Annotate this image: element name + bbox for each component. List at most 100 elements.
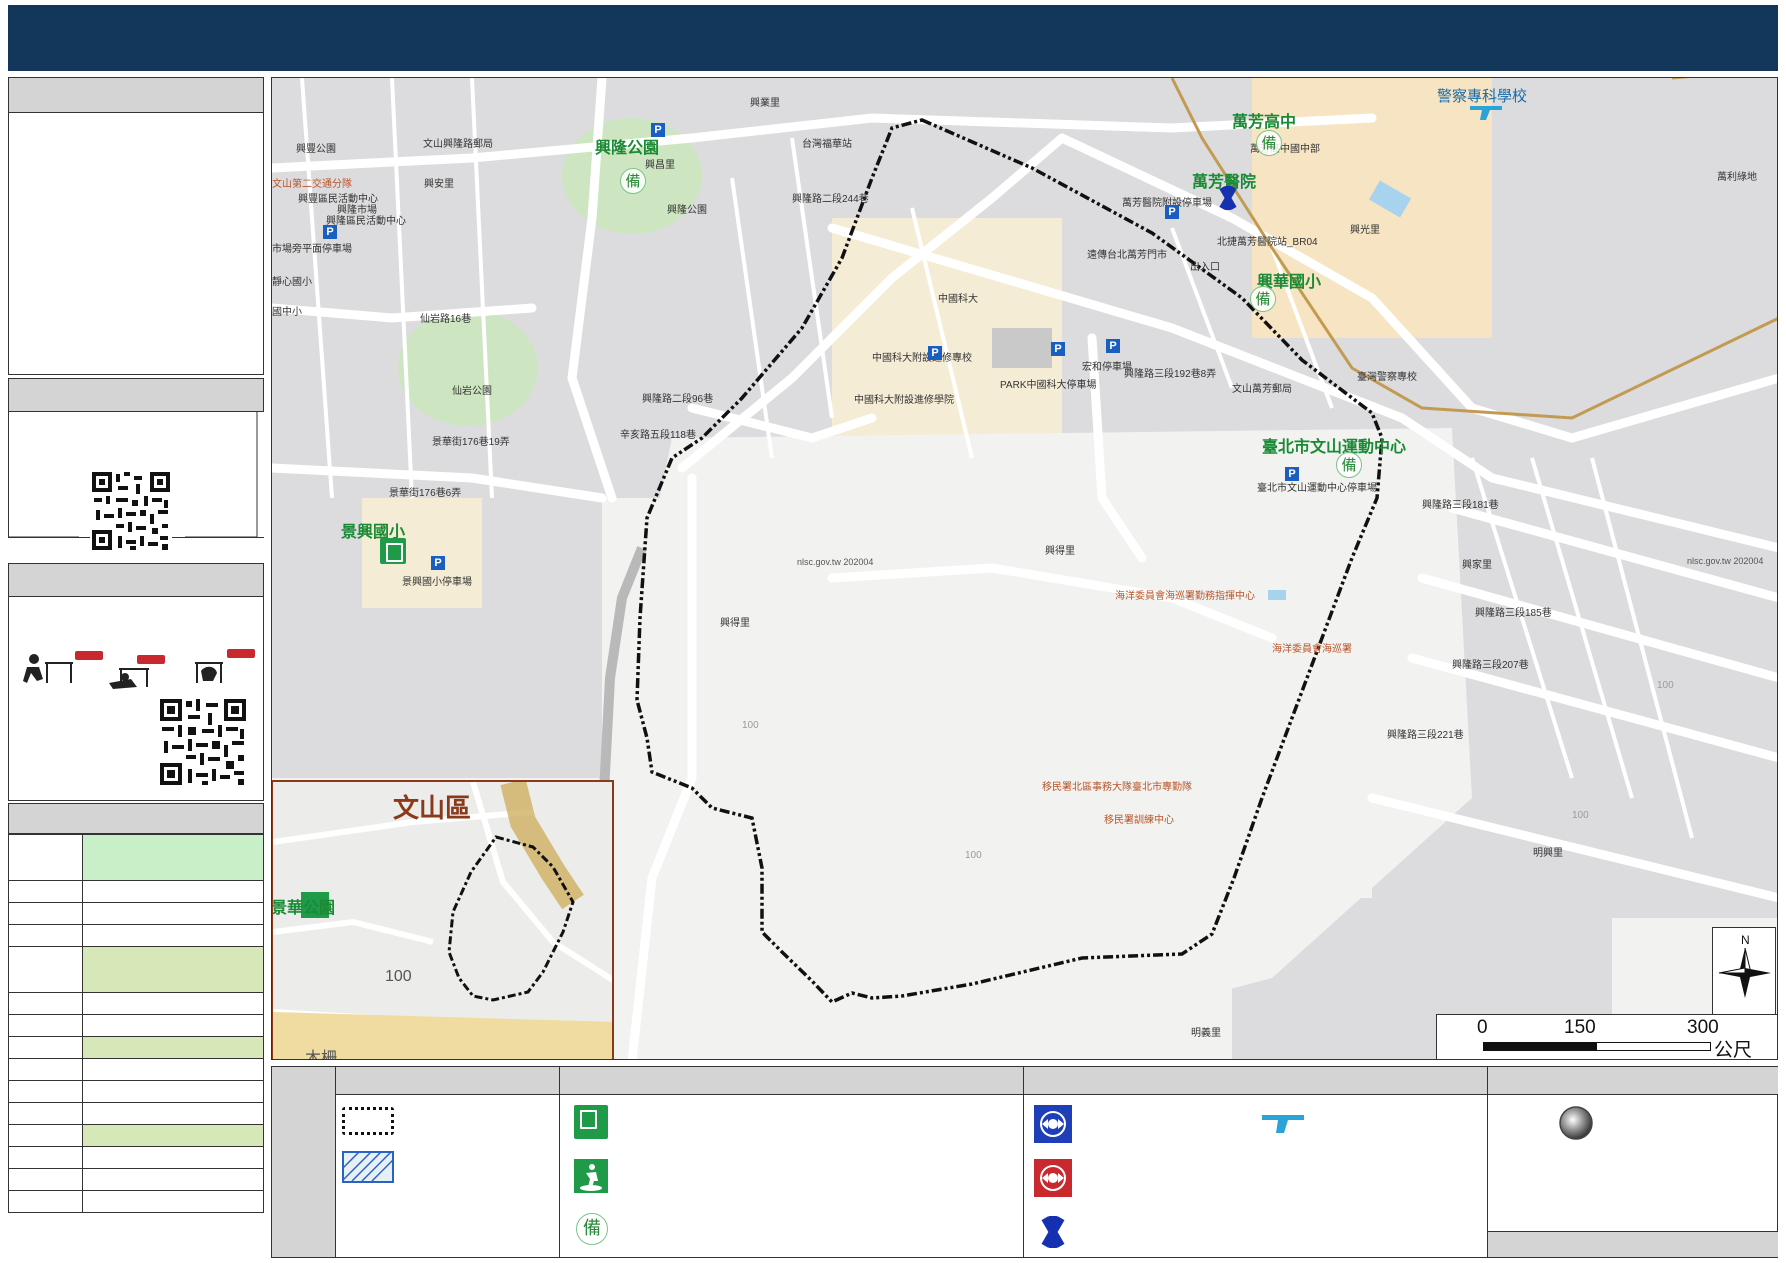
table-row (8, 946, 264, 993)
inset-label: 木柵 (305, 1050, 338, 1060)
map-label: 海洋委員會海巡署勤務指揮中心 (1115, 591, 1255, 602)
map-label: 移民署訓練中心 (1104, 815, 1174, 826)
indoor-shelter-legend-icon (574, 1105, 608, 1139)
map-label: 興安里 (424, 179, 454, 190)
police-school-legend-icon (1262, 1115, 1304, 1133)
hold-step-icon (195, 649, 255, 683)
map-label: 景興國小停車場 (402, 577, 472, 588)
table-row (8, 880, 264, 903)
hazard-zone-legend-symbol (342, 1151, 394, 1183)
map-label: 興隆路三段221巷 (1387, 730, 1464, 741)
table-row (8, 902, 264, 925)
table-row (8, 924, 264, 947)
map-label: 中國科大附設進修專校 (872, 353, 972, 364)
map-legend: 備 (271, 1066, 1778, 1258)
map-label: 明興里 (1533, 848, 1563, 859)
standby-shelter-icon[interactable]: 備 (1250, 286, 1276, 312)
map-label: 興得里 (720, 618, 750, 629)
parking-icon[interactable]: P (1106, 339, 1120, 353)
map-label: 北捷萬芳醫院站_BR04 (1217, 237, 1318, 248)
legend-head-shelters (560, 1067, 1024, 1095)
contact-section-header (8, 378, 264, 412)
map-label: 仙岩公園 (452, 386, 492, 397)
contact-qr-code[interactable] (90, 470, 172, 552)
map-label: 興隆公園 (667, 205, 707, 216)
standby-shelter-icon[interactable]: 備 (620, 168, 646, 194)
hospital-icon[interactable] (1215, 185, 1241, 211)
map-label: nlsc.gov.tw 202004 (1687, 556, 1764, 566)
location-section-body (8, 113, 264, 375)
map-label: 文山萬芳郵局 (1232, 384, 1292, 395)
map-label: 興光里 (1350, 225, 1380, 236)
map-label: 興業里 (750, 98, 780, 109)
map-label: 興得里 (1045, 546, 1075, 557)
cover-step-icon (109, 655, 165, 689)
legend-footer (1488, 1231, 1778, 1257)
earthquake-section-header (8, 563, 264, 597)
standby-shelter-icon[interactable]: 備 (1256, 130, 1282, 156)
map-label: 仙岩路16巷 (420, 314, 472, 325)
parking-icon[interactable]: P (1051, 342, 1065, 356)
table-row (8, 834, 264, 881)
boundary-legend-symbol (342, 1107, 394, 1135)
map-label: 文山興隆路郵局 (423, 139, 493, 150)
parking-icon[interactable]: P (431, 556, 445, 570)
table-row (8, 1058, 264, 1081)
table-row (8, 1080, 264, 1103)
map-label: 文山第二交通分隊 (272, 179, 352, 190)
scale-tick-150: 150 (1564, 1017, 1596, 1038)
map-label: 萬芳高中 (1232, 114, 1297, 131)
inset-label: 文山區 (393, 793, 472, 823)
map-label: 興隆路二段96巷 (642, 394, 714, 405)
earthquake-qr-code[interactable] (158, 697, 248, 787)
north-arrow: N (1712, 927, 1776, 1017)
parking-icon[interactable]: P (323, 225, 337, 239)
map-label: 萬利綠地 (1717, 172, 1757, 183)
svg-text:100: 100 (742, 720, 759, 731)
map-label: 辛亥路五段118巷 (620, 430, 696, 441)
map-label: nlsc.gov.tw 202004 (797, 557, 874, 567)
map-label: 興隆區民活動中心 (326, 216, 406, 227)
outdoor-shelter-legend-icon (574, 1159, 608, 1193)
map-label: 市場旁平面停車場 (272, 244, 352, 255)
svg-text:100: 100 (965, 850, 982, 861)
parking-icon[interactable]: P (651, 123, 665, 137)
map-label: 興隆路二段244巷 (792, 194, 869, 205)
map-label: 出入口 (1190, 262, 1220, 273)
scale-unit: 公尺 (1714, 1040, 1753, 1060)
map-label: 移民署北區事務大隊臺北市專勤隊 (1042, 782, 1192, 793)
map-label: 中國科大 (938, 294, 978, 305)
map-label: 興隆路三段207巷 (1452, 660, 1529, 671)
parking-icon[interactable]: P (1285, 467, 1299, 481)
map-label: 臺北市文山運動中心停車場 (1257, 483, 1377, 494)
legend-head-services (1024, 1067, 1488, 1095)
inset-label: 景華公園 (271, 900, 336, 917)
map-label: 臺北市文山運動中心 (1262, 439, 1407, 456)
north-label: N (1741, 933, 1750, 947)
legend-col-boundary (336, 1095, 560, 1257)
police-school-icon (1470, 106, 1502, 120)
svg-text:100: 100 (1572, 810, 1589, 821)
parking-icon[interactable]: P (928, 346, 942, 360)
drop-cover-hold-illustration (23, 649, 255, 689)
map-label: 海洋委員會海巡署 (1272, 644, 1352, 655)
standby-shelter-icon[interactable]: 備 (1336, 452, 1362, 478)
landmark-legend-icon (1559, 1106, 1593, 1140)
location-section-header (8, 77, 264, 113)
parking-icon[interactable]: P (1165, 205, 1179, 219)
map-label: 臺灣警察專校 (1357, 372, 1417, 383)
inset-locator-map[interactable]: 文山區景華公園 100 木柵 (271, 780, 614, 1060)
main-map[interactable]: 100 100 100 100 興隆公園 萬芳高中 萬芳醫院 興華國小 臺北市文山運動中… (271, 77, 1778, 1060)
legend-col-shelters: 備 (560, 1095, 1024, 1257)
map-label: 國中小 (272, 307, 302, 318)
park-area (398, 310, 538, 426)
inset-label: 100 (385, 968, 412, 985)
indoor-shelter-icon[interactable] (380, 538, 406, 564)
table-row (8, 1124, 264, 1147)
map-label: 中國科大附設進修學院 (854, 395, 954, 406)
legend-head-other (1488, 1067, 1778, 1095)
map-label: 台灣福華站 (802, 139, 852, 150)
standby-shelter-legend-icon: 備 (576, 1213, 608, 1245)
table-row (8, 1014, 264, 1037)
map-label: 景華街176巷6弄 (389, 488, 462, 499)
